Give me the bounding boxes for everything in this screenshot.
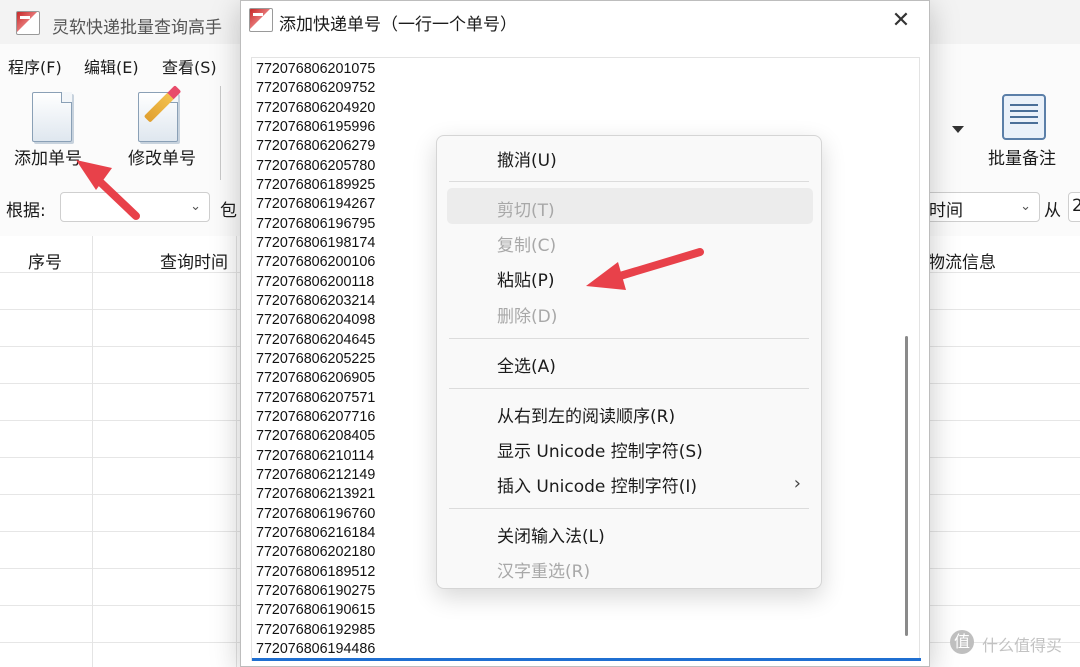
tracking-number-line: 772076806190615	[256, 602, 376, 619]
bao-label: 包	[220, 201, 237, 221]
dialog-title: 添加快递单号（一行一个单号）	[279, 15, 517, 35]
tracking-number-line: 772076806189512	[256, 563, 376, 580]
tracking-number-line: 772076806210114	[256, 447, 375, 464]
tracking-number-line: 772076806200106	[256, 254, 376, 271]
menu-undo[interactable]: 撤消(U)	[497, 146, 557, 171]
menu-program[interactable]: 程序(F)	[8, 54, 62, 78]
tracking-number-line: 772076806202180	[256, 544, 376, 561]
time-select-value: 时间	[929, 201, 963, 221]
tracking-number-line: 772076806205225	[256, 350, 376, 367]
edit-tracking-button[interactable]: 修改单号	[112, 82, 212, 182]
tracking-number-line: 772076806205780	[256, 157, 376, 174]
tracking-number-line: 772076806207571	[256, 389, 376, 406]
scroll-icon	[1002, 94, 1046, 140]
menu-reconvert[interactable]: 汉字重选(R)	[497, 557, 590, 582]
add-tracking-label: 添加单号	[14, 149, 82, 169]
tracking-number-line: 772076806204098	[256, 312, 376, 329]
tracking-number-line: 772076806204645	[256, 331, 376, 348]
pencil-icon	[143, 85, 182, 123]
document-icon	[32, 92, 72, 142]
tracking-number-line: 772076806203214	[256, 292, 376, 309]
from-input-value: 2	[1072, 196, 1080, 216]
tracking-number-line: 772076806207716	[256, 408, 376, 425]
tracking-number-line: 772076806200118	[256, 273, 375, 290]
close-icon[interactable]: ✕	[887, 7, 915, 35]
tracking-number-line: 772076806206279	[256, 138, 376, 155]
column-divider	[92, 236, 93, 667]
scrollbar-thumb[interactable]	[905, 336, 908, 636]
header-logistics[interactable]: 物流信息	[928, 248, 996, 273]
caret-down-icon[interactable]	[952, 126, 964, 133]
app-logo-icon	[16, 11, 40, 35]
header-query-time[interactable]: 查询时间	[160, 248, 228, 273]
batch-note-button[interactable]: 批量备注	[972, 82, 1072, 182]
edit-document-icon	[138, 85, 182, 142]
chevron-down-icon: ⌄	[1020, 199, 1031, 214]
tracking-number-line: 772076806194486	[256, 640, 376, 657]
column-divider	[236, 236, 237, 667]
tracking-number-line: 772076806198174	[256, 234, 376, 251]
chevron-down-icon: ⌄	[190, 199, 201, 214]
context-menu: 撤消(U) 剪切(T) 复制(C) 粘贴(P) 删除(D) 全选(A) 从右到左…	[436, 135, 822, 589]
batch-note-label: 批量备注	[988, 149, 1056, 169]
focus-underline	[252, 658, 921, 661]
tracking-number-line: 772076806194267	[256, 196, 376, 213]
from-input[interactable]: 2	[1068, 192, 1080, 222]
tracking-number-line: 772076806213921	[256, 486, 376, 503]
tracking-number-line: 772076806208405	[256, 428, 376, 445]
tracking-number-line: 772076806204920	[256, 99, 376, 116]
tracking-number-line: 772076806209752	[256, 80, 376, 97]
tracking-number-list: 772076806201075 772076806209752 7720768062…	[256, 60, 375, 659]
menu-separator	[449, 508, 809, 509]
header-index[interactable]: 序号	[28, 248, 62, 273]
edit-tracking-label: 修改单号	[128, 149, 196, 169]
tracking-number-line: 772076806216184	[256, 524, 376, 541]
menu-copy[interactable]: 复制(C)	[497, 231, 556, 256]
time-select[interactable]: 时间 ⌄	[916, 192, 1040, 222]
tracking-number-line: 772076806189925	[256, 176, 376, 193]
add-tracking-button[interactable]: 添加单号	[0, 82, 100, 182]
dialog-app-icon	[249, 8, 273, 32]
watermark-logo: 值	[950, 630, 974, 654]
menu-separator	[449, 338, 809, 339]
tracking-number-line: 772076806190275	[256, 582, 376, 599]
tracking-number-line: 772076806196760	[256, 505, 376, 522]
tracking-number-line: 772076806192985	[256, 621, 376, 638]
from-label: 从	[1044, 201, 1061, 221]
tracking-number-line: 772076806195996	[256, 118, 376, 135]
menu-delete[interactable]: 删除(D)	[497, 302, 557, 327]
menu-rtl-reading[interactable]: 从右到左的阅读顺序(R)	[497, 402, 675, 427]
by-select[interactable]: ⌄	[60, 192, 210, 222]
menu-insert-unicode[interactable]: 插入 Unicode 控制字符(I)	[497, 472, 697, 497]
tracking-number-line: 772076806201075	[256, 61, 376, 77]
chevron-right-icon: ›	[793, 473, 801, 494]
menu-view[interactable]: 查看(S)	[162, 54, 217, 78]
tracking-number-line: 772076806196795	[256, 215, 376, 232]
by-label: 根据:	[6, 201, 46, 221]
menu-cut[interactable]: 剪切(T)	[497, 196, 555, 221]
vertical-scrollbar[interactable]	[905, 64, 909, 654]
watermark-text: 什么值得买	[982, 636, 1063, 655]
toolbar-separator	[220, 86, 221, 180]
menu-show-unicode[interactable]: 显示 Unicode 控制字符(S)	[497, 437, 703, 462]
menu-select-all[interactable]: 全选(A)	[497, 352, 556, 377]
menu-paste[interactable]: 粘贴(P)	[497, 266, 555, 291]
tracking-number-line: 772076806206905	[256, 370, 376, 387]
main-window-title: 灵软快递批量查询高手	[52, 18, 222, 38]
menu-separator	[449, 181, 809, 182]
menu-close-ime[interactable]: 关闭输入法(L)	[497, 522, 605, 547]
tracking-number-line: 772076806212149	[256, 466, 376, 483]
menu-separator	[449, 388, 809, 389]
menu-edit[interactable]: 编辑(E)	[84, 54, 139, 78]
